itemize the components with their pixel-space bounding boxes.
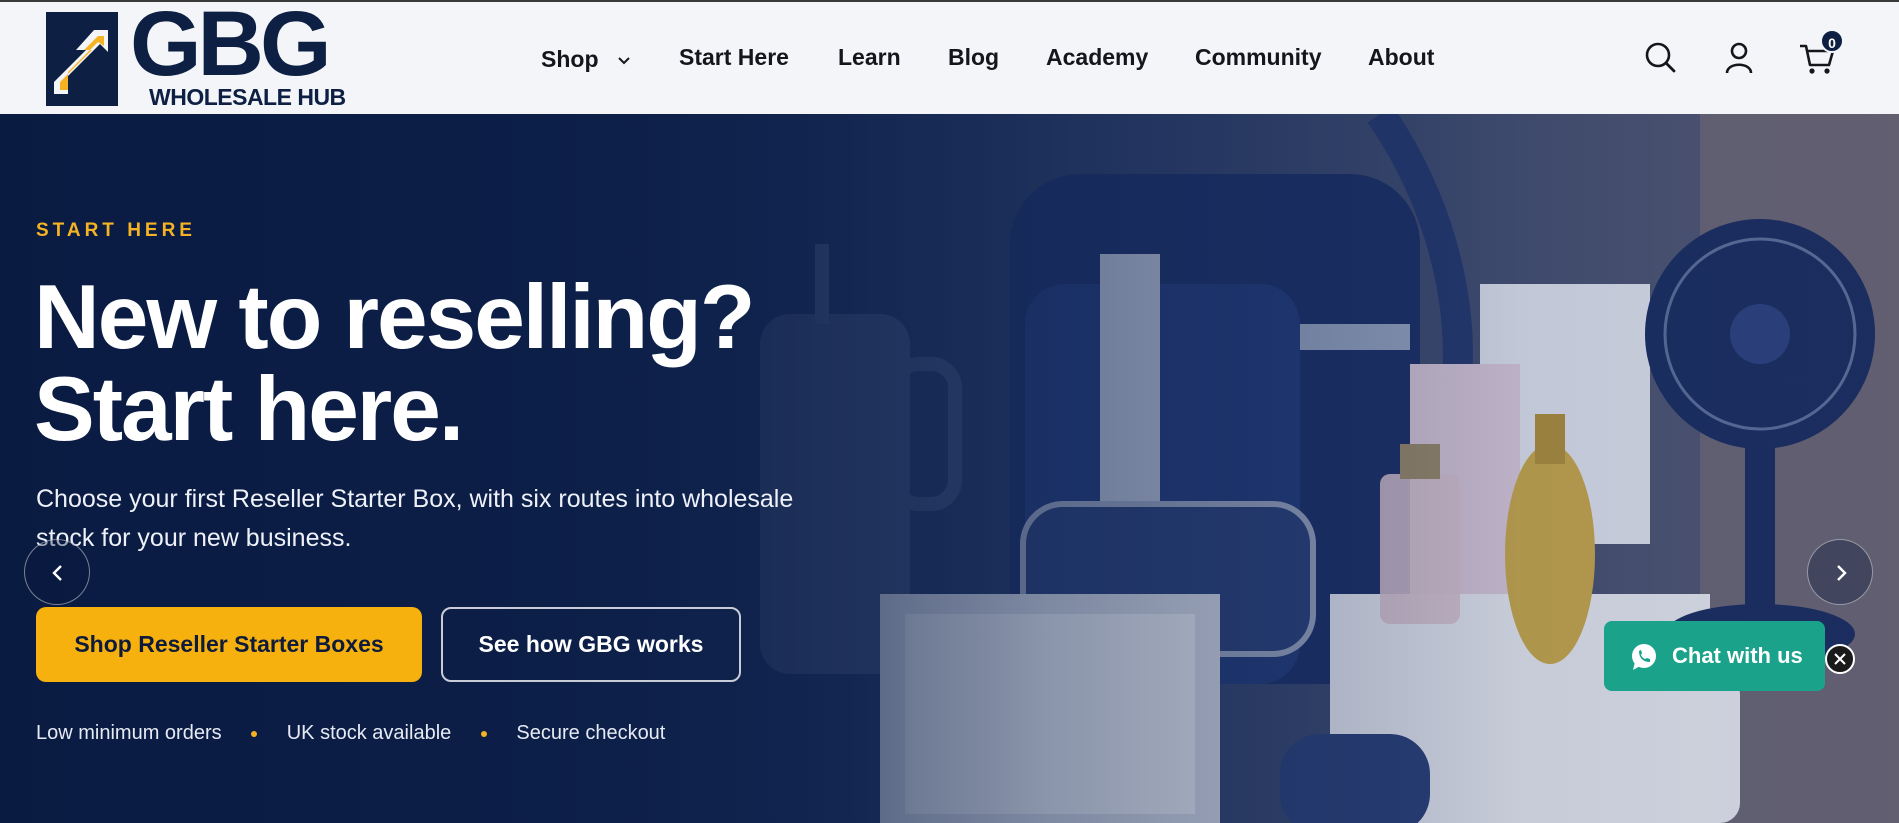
chat-label: Chat with us <box>1672 643 1803 668</box>
nav-item-shop[interactable]: Shop <box>541 44 631 73</box>
chevron-right-icon <box>1837 565 1847 581</box>
hero-headline-line-1: New to reselling? <box>34 267 755 368</box>
nav-item-shop-label: Shop <box>541 46 599 72</box>
chevron-left-icon <box>52 565 62 581</box>
nav-item-academy[interactable]: Academy <box>1046 44 1148 71</box>
chat-with-us-button[interactable]: Chat with us <box>1604 621 1825 691</box>
hero-banner: START HERE New to reselling? Start here.… <box>0 114 1899 823</box>
hero-features: Low minimum orders UK stock available Se… <box>36 722 665 745</box>
bullet-dot <box>251 730 258 737</box>
nav-item-community[interactable]: Community <box>1195 44 1322 71</box>
hero-overlay <box>0 114 1899 823</box>
feature-low-minimum: Low minimum orders <box>36 722 222 745</box>
feature-uk-stock: UK stock available <box>286 722 452 745</box>
nav-item-start-here[interactable]: Start Here <box>679 44 789 71</box>
site-header: GBG WHOLESALE HUB Shop Start Here Learn … <box>0 0 1899 114</box>
hero-headline: New to reselling? Start here. <box>34 272 914 456</box>
whatsapp-icon <box>1632 644 1656 670</box>
gbg-logo[interactable]: GBG WHOLESALE HUB <box>46 0 346 112</box>
feature-secure-checkout: Secure checkout <box>516 722 666 745</box>
shop-starter-boxes-button[interactable]: Shop Reseller Starter Boxes <box>36 607 422 682</box>
logo-arrow-icon <box>46 12 118 106</box>
hero-eyebrow: START HERE <box>36 220 196 241</box>
user-icon[interactable] <box>1719 38 1759 78</box>
logo-subtitle: WHOLESALE HUB <box>149 84 346 110</box>
nav-item-learn[interactable]: Learn <box>838 44 901 71</box>
chevron-down-icon <box>617 44 631 71</box>
cart-count-badge: 0 <box>1820 29 1844 53</box>
hero-subtext: Choose your first Reseller Starter Box, … <box>36 485 794 552</box>
hero-headline-line-2: Start here. <box>34 359 464 460</box>
search-icon[interactable] <box>1641 38 1681 78</box>
carousel-prev-button[interactable] <box>24 539 90 605</box>
bullet-dot <box>480 730 487 737</box>
close-icon <box>1834 653 1846 665</box>
carousel-next-button[interactable] <box>1807 539 1873 605</box>
see-how-gbg-works-button[interactable]: See how GBG works <box>441 607 741 682</box>
logo-wordmark: GBG <box>130 0 332 95</box>
chat-close-button[interactable] <box>1825 644 1855 674</box>
nav-item-blog[interactable]: Blog <box>948 44 999 71</box>
nav-item-about[interactable]: About <box>1368 44 1434 71</box>
